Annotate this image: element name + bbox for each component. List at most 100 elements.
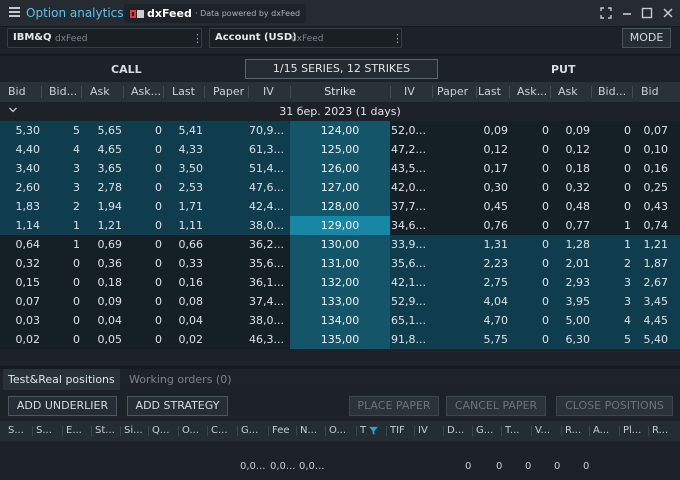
put-cell[interactable]: 1,21 (633, 235, 669, 254)
call-cell[interactable]: 0,36 (82, 254, 123, 273)
put-cell[interactable]: 2,75 (477, 273, 509, 292)
positions-column-header[interactable]: D... (447, 421, 475, 441)
call-cell[interactable]: 0,03 (0, 311, 41, 330)
call-cell[interactable]: 70,9... (249, 121, 289, 140)
close-positions-button[interactable]: CLOSE POSITIONS (556, 396, 673, 416)
column-header[interactable]: Ask... (131, 82, 164, 102)
put-cell[interactable]: 2,23 (477, 254, 509, 273)
put-cell[interactable]: 0 (592, 121, 631, 140)
put-cell[interactable]: 2,01 (551, 254, 591, 273)
put-cell[interactable]: 0 (592, 178, 631, 197)
call-cell[interactable]: 0 (124, 292, 162, 311)
call-cell[interactable]: 2,60 (0, 178, 41, 197)
put-cell[interactable]: 0,10 (633, 140, 669, 159)
minimize-icon[interactable] (620, 6, 634, 20)
put-cell[interactable]: 5,75 (477, 330, 509, 349)
call-cell[interactable]: 1,71 (164, 197, 204, 216)
call-cell[interactable]: 3 (42, 178, 80, 197)
put-cell[interactable]: 42,1... (391, 273, 431, 292)
symbol-select[interactable]: IBM&Q dxFeed ⋮ (7, 28, 203, 48)
call-cell[interactable]: 0 (124, 311, 162, 330)
put-cell[interactable] (433, 311, 475, 330)
positions-column-header[interactable]: G... (241, 421, 269, 441)
call-cell[interactable]: 5,65 (82, 121, 123, 140)
put-cell[interactable]: 35,6... (391, 254, 431, 273)
call-cell[interactable]: 0,02 (0, 330, 41, 349)
positions-column-header[interactable]: G... (476, 421, 504, 441)
place-paper-button[interactable]: PLACE PAPER (349, 396, 439, 416)
call-cell[interactable]: 4 (42, 140, 80, 159)
call-cell[interactable]: 0 (42, 254, 80, 273)
column-header[interactable]: Ask (558, 82, 592, 102)
positions-column-header[interactable]: V... (535, 421, 563, 441)
put-cell[interactable]: 0,17 (477, 159, 509, 178)
call-cell[interactable]: 4,33 (164, 140, 204, 159)
call-cell[interactable]: 1,94 (82, 197, 123, 216)
put-cell[interactable]: 42,0... (391, 178, 431, 197)
call-cell[interactable]: 0,04 (82, 311, 123, 330)
call-cell[interactable]: 0,02 (164, 330, 204, 349)
positions-column-header[interactable]: C... (211, 421, 239, 441)
positions-column-header[interactable]: O... (182, 421, 210, 441)
put-cell[interactable]: 4,70 (477, 311, 509, 330)
column-header[interactable]: IV (263, 82, 291, 102)
put-cell[interactable]: 0 (510, 235, 549, 254)
call-cell[interactable] (205, 197, 247, 216)
put-cell[interactable]: 0,48 (551, 197, 591, 216)
column-header[interactable]: Ask (90, 82, 124, 102)
call-cell[interactable] (205, 273, 247, 292)
strike-cell[interactable]: 126,00 (291, 159, 389, 178)
call-cell[interactable] (205, 140, 247, 159)
mode-button[interactable]: MODE (622, 28, 671, 48)
put-cell[interactable]: 0 (510, 159, 549, 178)
put-cell[interactable]: 0,45 (477, 197, 509, 216)
positions-column-header[interactable]: IV (418, 421, 446, 441)
put-cell[interactable]: 0,77 (551, 216, 591, 235)
put-cell[interactable]: 3,45 (633, 292, 669, 311)
put-cell[interactable] (433, 121, 475, 140)
put-cell[interactable]: 1 (592, 216, 631, 235)
call-cell[interactable]: 0,16 (164, 273, 204, 292)
put-cell[interactable]: 3 (592, 273, 631, 292)
put-cell[interactable]: 1,31 (477, 235, 509, 254)
call-cell[interactable]: 1,83 (0, 197, 41, 216)
put-cell[interactable]: 34,6... (391, 216, 431, 235)
column-header[interactable]: Bid (641, 82, 670, 102)
positions-column-header[interactable]: Si... (124, 421, 154, 441)
call-cell[interactable]: 36,2... (249, 235, 289, 254)
put-cell[interactable]: 0 (592, 197, 631, 216)
call-cell[interactable]: 38,0... (249, 216, 289, 235)
call-cell[interactable]: 0,33 (164, 254, 204, 273)
call-cell[interactable]: 0 (42, 273, 80, 292)
hamburger-icon[interactable] (9, 7, 20, 18)
put-cell[interactable]: 2,67 (633, 273, 669, 292)
tab-positions[interactable]: Test&Real positions (3, 369, 120, 390)
call-cell[interactable]: 0 (42, 330, 80, 349)
put-cell[interactable]: 0,12 (551, 140, 591, 159)
call-cell[interactable]: 1 (42, 235, 80, 254)
positions-column-header[interactable]: N... (300, 421, 328, 441)
put-cell[interactable] (433, 197, 475, 216)
put-cell[interactable]: 43,5... (391, 159, 431, 178)
call-cell[interactable]: 0 (124, 178, 162, 197)
column-header[interactable]: Paper (437, 82, 477, 102)
put-cell[interactable]: 0,09 (551, 121, 591, 140)
column-header[interactable]: Bid... (598, 82, 633, 102)
call-cell[interactable]: 1,14 (0, 216, 41, 235)
put-cell[interactable]: 91,8... (391, 330, 431, 349)
call-cell[interactable]: 51,4... (249, 159, 289, 178)
call-cell[interactable]: 0,18 (82, 273, 123, 292)
put-cell[interactable]: 0 (592, 140, 631, 159)
strike-cell[interactable]: 135,00 (291, 330, 389, 349)
positions-column-header[interactable]: S... (36, 421, 62, 441)
put-cell[interactable] (433, 235, 475, 254)
put-cell[interactable]: 0,76 (477, 216, 509, 235)
put-cell[interactable]: 1,28 (551, 235, 591, 254)
call-cell[interactable]: 0 (124, 159, 162, 178)
call-cell[interactable]: 2,53 (164, 178, 204, 197)
put-cell[interactable]: 5 (592, 330, 631, 349)
call-cell[interactable]: 0,09 (82, 292, 123, 311)
call-cell[interactable]: 5 (42, 121, 80, 140)
call-cell[interactable]: 5,41 (164, 121, 204, 140)
call-cell[interactable] (205, 330, 247, 349)
